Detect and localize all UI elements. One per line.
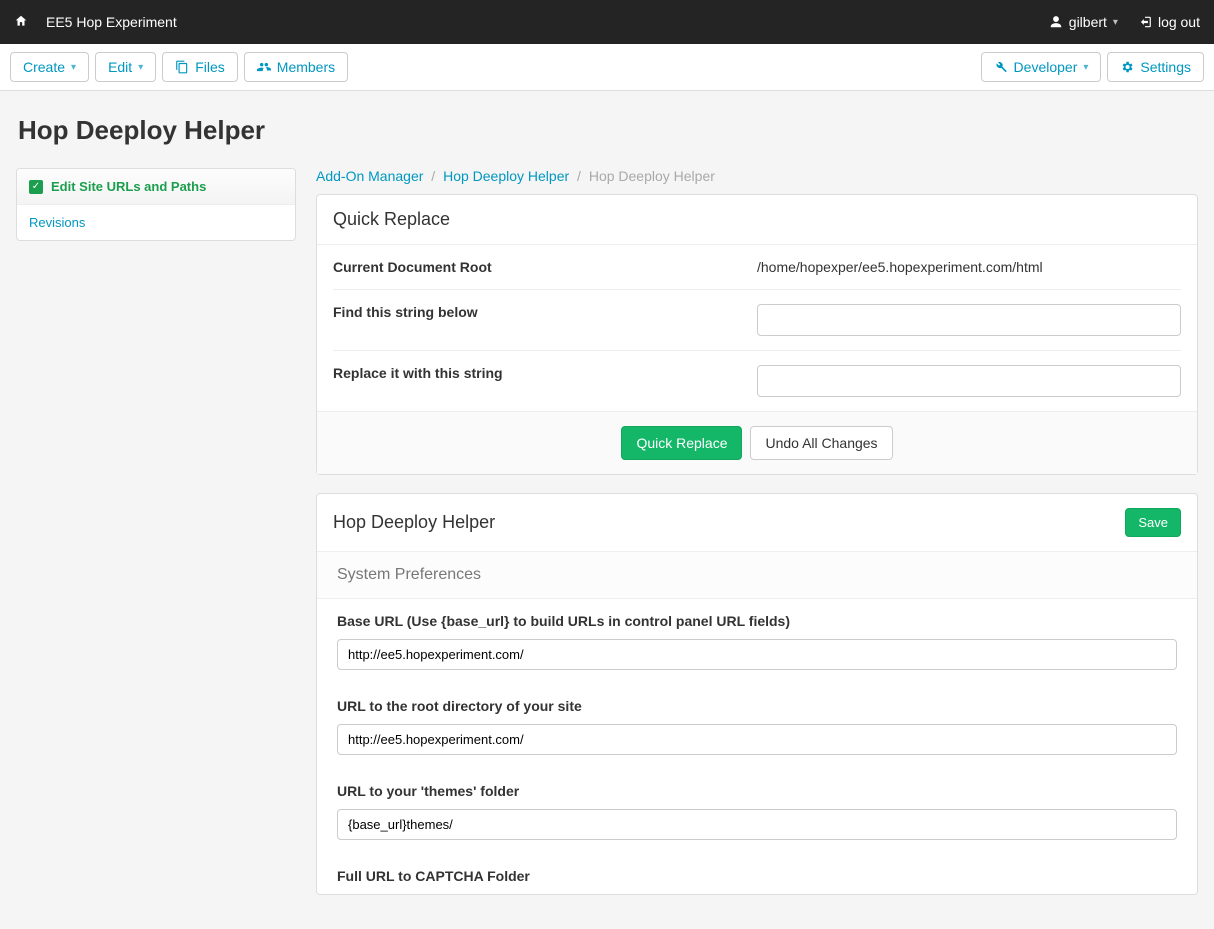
logout-link[interactable]: log out (1138, 14, 1200, 30)
base-url-label: Base URL (Use {base_url} to build URLs i… (337, 613, 1177, 629)
themes-url-label: URL to your 'themes' folder (337, 783, 1177, 799)
field-captcha-url: Full URL to CAPTCHA Folder (317, 854, 1197, 884)
main-content: Add-On Manager / Hop Deeploy Helper / Ho… (316, 168, 1198, 913)
find-label: Find this string below (333, 304, 757, 320)
doc-root-value: /home/hopexper/ee5.hopexperiment.com/htm… (757, 259, 1181, 275)
breadcrumb: Add-On Manager / Hop Deeploy Helper / Ho… (316, 168, 1198, 184)
logout-icon (1138, 15, 1152, 29)
toolbar: Create ▾ Edit ▾ Files Members Developer … (0, 44, 1214, 91)
captcha-url-label: Full URL to CAPTCHA Folder (337, 868, 1177, 884)
developer-label: Developer (1014, 59, 1078, 75)
panel-subheader: System Preferences (317, 552, 1197, 599)
chevron-down-icon: ▾ (1083, 62, 1088, 73)
edit-label: Edit (108, 59, 132, 75)
settings-button[interactable]: Settings (1107, 52, 1204, 82)
quick-replace-button[interactable]: Quick Replace (621, 426, 742, 460)
members-icon (257, 60, 271, 74)
sidebar-item-revisions[interactable]: Revisions (17, 205, 295, 240)
site-name[interactable]: EE5 Hop Experiment (46, 14, 177, 30)
save-button[interactable]: Save (1125, 508, 1181, 537)
members-label: Members (277, 59, 335, 75)
breadcrumb-sep: / (573, 168, 585, 184)
row-find-string: Find this string below (333, 290, 1181, 351)
user-menu[interactable]: gilbert ▾ (1049, 14, 1118, 30)
edit-button[interactable]: Edit ▾ (95, 52, 156, 82)
members-button[interactable]: Members (244, 52, 348, 82)
home-icon[interactable] (14, 14, 28, 31)
find-input[interactable] (757, 304, 1181, 336)
doc-root-label: Current Document Root (333, 259, 757, 275)
field-themes-url: URL to your 'themes' folder (317, 769, 1197, 854)
developer-button[interactable]: Developer ▾ (981, 52, 1102, 82)
deploy-helper-panel: Hop Deeploy Helper Save System Preferenc… (316, 493, 1198, 895)
sidebar: Edit Site URLs and Paths Revisions (16, 168, 296, 241)
page-title: Hop Deeploy Helper (18, 115, 1198, 146)
breadcrumb-sep: / (427, 168, 439, 184)
user-icon (1049, 15, 1063, 29)
site-url-label: URL to the root directory of your site (337, 698, 1177, 714)
sidebar-item-edit-urls[interactable]: Edit Site URLs and Paths (17, 169, 295, 205)
row-replace-string: Replace it with this string (333, 351, 1181, 411)
files-button[interactable]: Files (162, 52, 238, 82)
wrench-icon (994, 60, 1008, 74)
row-doc-root: Current Document Root /home/hopexper/ee5… (333, 245, 1181, 290)
base-url-input[interactable] (337, 639, 1177, 670)
quick-replace-panel: Quick Replace Current Document Root /hom… (316, 194, 1198, 475)
logout-label: log out (1158, 14, 1200, 30)
user-name: gilbert (1069, 14, 1107, 30)
panel-header: Quick Replace (317, 195, 1197, 245)
topbar: EE5 Hop Experiment gilbert ▾ log out (0, 0, 1214, 44)
create-label: Create (23, 59, 65, 75)
panel-title: Quick Replace (333, 209, 450, 230)
chevron-down-icon: ▾ (138, 62, 143, 73)
undo-all-button[interactable]: Undo All Changes (750, 426, 892, 460)
site-url-input[interactable] (337, 724, 1177, 755)
chevron-down-icon: ▾ (1113, 17, 1118, 28)
chevron-down-icon: ▾ (71, 62, 76, 73)
breadcrumb-link[interactable]: Add-On Manager (316, 168, 423, 184)
sidebar-item-label: Edit Site URLs and Paths (51, 179, 206, 194)
check-icon (29, 180, 43, 194)
copy-icon (175, 60, 189, 74)
sidebar-item-label: Revisions (29, 215, 85, 230)
files-label: Files (195, 59, 225, 75)
breadcrumb-current: Hop Deeploy Helper (589, 168, 715, 184)
field-site-url: URL to the root directory of your site (317, 684, 1197, 769)
settings-label: Settings (1140, 59, 1191, 75)
replace-input[interactable] (757, 365, 1181, 397)
create-button[interactable]: Create ▾ (10, 52, 89, 82)
gear-icon (1120, 60, 1134, 74)
field-base-url: Base URL (Use {base_url} to build URLs i… (317, 599, 1197, 684)
panel-header: Hop Deeploy Helper Save (317, 494, 1197, 552)
breadcrumb-link[interactable]: Hop Deeploy Helper (443, 168, 569, 184)
replace-label: Replace it with this string (333, 365, 757, 381)
panel-title: Hop Deeploy Helper (333, 512, 495, 533)
